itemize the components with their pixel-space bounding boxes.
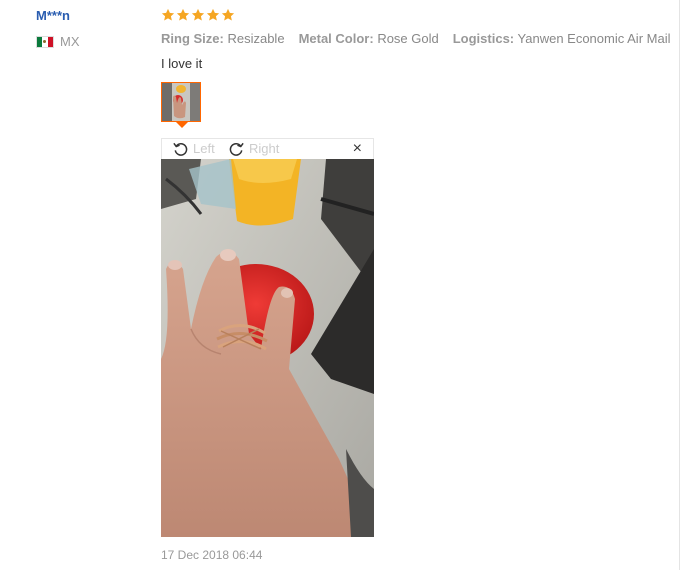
rotate-left-label: Left bbox=[193, 141, 215, 156]
star-rating bbox=[161, 8, 235, 22]
star-icon bbox=[161, 8, 175, 22]
rotate-left-button[interactable]: Left bbox=[172, 140, 215, 157]
review-photo-thumbnail[interactable] bbox=[161, 82, 201, 122]
country-code: MX bbox=[60, 34, 80, 49]
attribute-value: Yanwen Economic Air Mail bbox=[517, 31, 671, 46]
reviewer-name[interactable]: M***n bbox=[36, 8, 70, 23]
attribute-value: Rose Gold bbox=[377, 31, 439, 46]
review-text: I love it bbox=[161, 56, 203, 71]
thumbnail-selected-caret bbox=[176, 122, 188, 128]
attribute-key: Metal Color: bbox=[298, 31, 374, 46]
close-viewer-button[interactable]: × bbox=[353, 139, 362, 159]
attribute-value: Resizable bbox=[227, 31, 285, 46]
star-icon bbox=[176, 8, 190, 22]
review-photo-large bbox=[161, 159, 374, 537]
star-icon bbox=[191, 8, 205, 22]
reviewer-country: MX bbox=[36, 34, 80, 49]
attribute-key: Ring Size: bbox=[161, 31, 224, 46]
review-timestamp: 17 Dec 2018 06:44 bbox=[161, 548, 263, 562]
rotate-right-icon bbox=[229, 142, 244, 156]
attribute-metal-color: Metal Color: Rose Gold bbox=[299, 31, 439, 46]
star-icon bbox=[221, 8, 235, 22]
image-viewer-toolbar: Left Right × bbox=[161, 138, 374, 159]
product-attributes: Ring Size: Resizable Metal Color: Rose G… bbox=[161, 31, 670, 46]
attribute-ring-size: Ring Size: Resizable bbox=[161, 31, 285, 46]
rotate-right-label: Right bbox=[249, 141, 280, 156]
star-icon bbox=[206, 8, 220, 22]
rotate-left-icon bbox=[173, 142, 188, 156]
mexico-flag-icon bbox=[36, 35, 54, 48]
divider bbox=[679, 0, 680, 570]
attribute-key: Logistics: bbox=[452, 31, 515, 46]
rotate-right-button[interactable]: Right bbox=[228, 140, 279, 157]
attribute-logistics: Logistics: Yanwen Economic Air Mail bbox=[453, 31, 671, 46]
